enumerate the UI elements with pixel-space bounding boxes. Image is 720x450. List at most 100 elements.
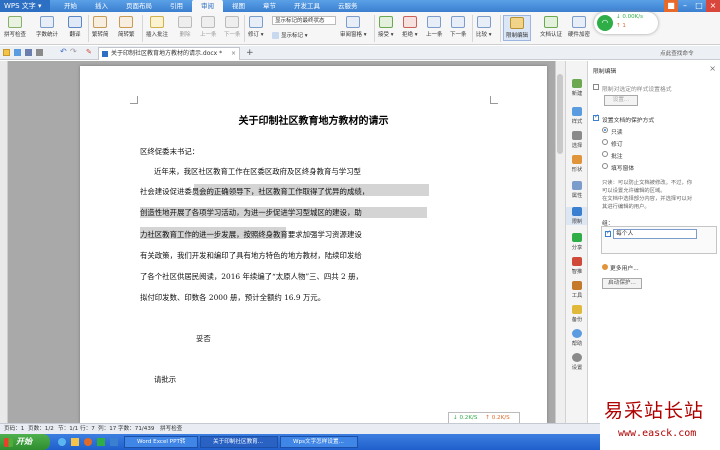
side-smart-button[interactable]: 智推 xyxy=(566,257,588,275)
taskbar-item-wps-doc[interactable]: 关于印制社区教育... xyxy=(200,436,278,448)
tab-references[interactable]: 引用 xyxy=(161,0,192,12)
side-shape-button[interactable]: 形状 xyxy=(566,155,588,173)
tab-review[interactable]: 审阅 xyxy=(192,0,223,12)
tab-developer[interactable]: 开发工具 xyxy=(285,0,329,12)
radio-form[interactable] xyxy=(602,163,608,169)
selection-highlight xyxy=(194,184,429,196)
next-change-button[interactable]: 下一条 xyxy=(450,16,467,38)
taskbar-item-browser[interactable]: Wps文字怎样设置... xyxy=(280,436,358,448)
track-changes-button[interactable]: 修订 ▾ xyxy=(248,16,264,38)
side-backup-button[interactable]: 备份 xyxy=(566,305,588,323)
wps-doc-icon xyxy=(102,51,108,57)
panel-close-icon[interactable]: × xyxy=(709,64,716,73)
side-settings-button[interactable]: 设置 xyxy=(566,353,588,371)
tab-cloud[interactable]: 云服务 xyxy=(329,0,367,12)
network-speed-widget[interactable]: ◠ ↓ 0.00K/s ↑ 1 xyxy=(594,12,658,34)
show-markup-button[interactable]: 显示标记 ▾ xyxy=(272,31,308,39)
open-icon[interactable] xyxy=(14,49,21,56)
hw-encrypt-button[interactable]: 硬件加密 xyxy=(568,16,590,38)
redo-icon[interactable]: ↷ xyxy=(70,47,77,56)
start-protection-button[interactable]: 启动保护... xyxy=(602,278,642,289)
status-spell-check[interactable]: 拼写检查 xyxy=(160,424,182,434)
scrollbar-thumb[interactable] xyxy=(557,74,563,154)
save-icon[interactable] xyxy=(25,49,32,56)
prev-comment-button[interactable]: 上一条 xyxy=(200,16,217,38)
net-popup-up: ↑ 0.2K/S xyxy=(485,415,510,421)
lock-icon xyxy=(510,17,524,29)
add-tab-button[interactable]: + xyxy=(246,47,254,59)
quicklaunch-folder-icon[interactable] xyxy=(71,438,79,446)
watermark-text: 易采站长站 xyxy=(604,400,705,422)
maximize-icon[interactable]: □ xyxy=(692,0,706,12)
quicklaunch-ie-icon[interactable] xyxy=(58,438,66,446)
pin-icon[interactable]: ✎ xyxy=(86,48,92,56)
tab-chapter[interactable]: 章节 xyxy=(254,0,285,12)
new-doc-icon[interactable] xyxy=(3,49,10,56)
trad-simp-button[interactable]: 简转繁 xyxy=(118,16,135,38)
protection-checkbox[interactable]: ✓ xyxy=(593,113,599,121)
app-menu-button[interactable]: WPS 文字 ▾ xyxy=(0,0,50,12)
translate-button[interactable]: 翻译 xyxy=(68,16,82,38)
status-words[interactable]: 字数：71/439 xyxy=(118,424,154,434)
user-list[interactable]: ✓ 每个人 xyxy=(601,226,717,254)
side-share-button[interactable]: 分享 xyxy=(566,233,588,251)
document-tab[interactable]: 关于印制社区教育地方教材的请示.docx * × xyxy=(98,47,240,60)
print-icon[interactable] xyxy=(36,49,43,56)
radio-comment[interactable] xyxy=(602,151,608,157)
side-properties-button[interactable]: 属性 xyxy=(566,181,588,199)
side-tools-button[interactable]: 工具 xyxy=(566,281,588,299)
radio-readonly[interactable] xyxy=(602,127,608,133)
tab-home[interactable]: 开始 xyxy=(55,0,86,12)
prev-change-button[interactable]: 上一条 xyxy=(426,16,443,38)
everyone-checkbox[interactable]: ✓ xyxy=(605,229,611,237)
reject-button[interactable]: 拒绝 ▾ xyxy=(402,16,418,38)
margin-corner xyxy=(490,96,498,104)
side-style-button[interactable]: 样式 xyxy=(566,107,588,125)
close-icon[interactable]: × xyxy=(706,0,720,12)
taskbar-item-word-excel[interactable]: Word Excel PPT转 xyxy=(124,436,198,448)
doc-auth-button[interactable]: 文档认证 xyxy=(540,16,562,38)
radio-comment-label: 批注 xyxy=(611,154,623,160)
delete-comment-button[interactable]: 删除 xyxy=(178,16,192,38)
pane-icon xyxy=(346,16,361,28)
simp-trad-button[interactable]: 繁转简 xyxy=(92,16,109,38)
properties-icon xyxy=(572,181,582,190)
restrict-edit-button[interactable]: 限制编辑 xyxy=(503,15,532,41)
more-users-link[interactable]: 更多用户... xyxy=(602,263,639,272)
compare-button[interactable]: 比较 ▾ xyxy=(476,16,492,38)
toolbox-icon xyxy=(572,281,582,290)
settings-button[interactable]: 设置... xyxy=(604,95,638,106)
tab-view[interactable]: 视图 xyxy=(223,0,254,12)
tab-page-layout[interactable]: 页面布局 xyxy=(117,0,161,12)
smart-icon xyxy=(572,257,582,266)
markup-state-dropdown[interactable]: 显示标记的最终状态 xyxy=(272,16,336,25)
selection-highlight xyxy=(140,227,286,239)
side-restrict-button[interactable]: 限制 xyxy=(566,207,588,225)
review-pane-button[interactable]: 审阅窗格 ▾ xyxy=(340,16,367,38)
close-tab-icon[interactable]: × xyxy=(231,48,236,60)
side-help-button[interactable]: 帮助 xyxy=(566,329,588,347)
document-page[interactable]: 关于印制社区教育地方教材的请示 区终促委末书记： 近年来，我区社区教育工作在区委… xyxy=(80,66,547,423)
side-new-button[interactable]: 新建 xyxy=(566,79,588,97)
format-restrict-checkbox[interactable] xyxy=(593,84,599,90)
accept-button[interactable]: 接受 ▾ xyxy=(378,16,394,38)
insert-comment-button[interactable]: 插入批注 xyxy=(146,16,168,38)
quicklaunch-app-icon[interactable] xyxy=(110,438,118,446)
radio-revision[interactable] xyxy=(602,139,608,145)
tab-insert[interactable]: 插入 xyxy=(86,0,117,12)
avatar[interactable]: ■ xyxy=(664,0,678,12)
word-count-button[interactable]: 字数统计 xyxy=(36,16,58,38)
quicklaunch-app-icon[interactable] xyxy=(97,438,105,446)
next-comment-button[interactable]: 下一条 xyxy=(224,16,241,38)
menu-tabs: 开始 插入 页面布局 引用 审阅 视图 章节 开发工具 云服务 xyxy=(55,0,367,12)
everyone-item[interactable]: 每个人 xyxy=(613,229,697,239)
translate-icon xyxy=(68,16,82,28)
quicklaunch-browser-icon[interactable] xyxy=(84,438,92,446)
side-select-button[interactable]: 选择 xyxy=(566,131,588,149)
minimize-icon[interactable]: – xyxy=(678,0,692,12)
shape-icon xyxy=(572,155,582,164)
undo-icon[interactable]: ↶ xyxy=(60,47,67,56)
spell-check-button[interactable]: 拼写检查 xyxy=(4,16,26,38)
search-command-label[interactable]: 点此查找命令 xyxy=(660,49,694,57)
radio-readonly-label: 只读 xyxy=(611,130,623,136)
